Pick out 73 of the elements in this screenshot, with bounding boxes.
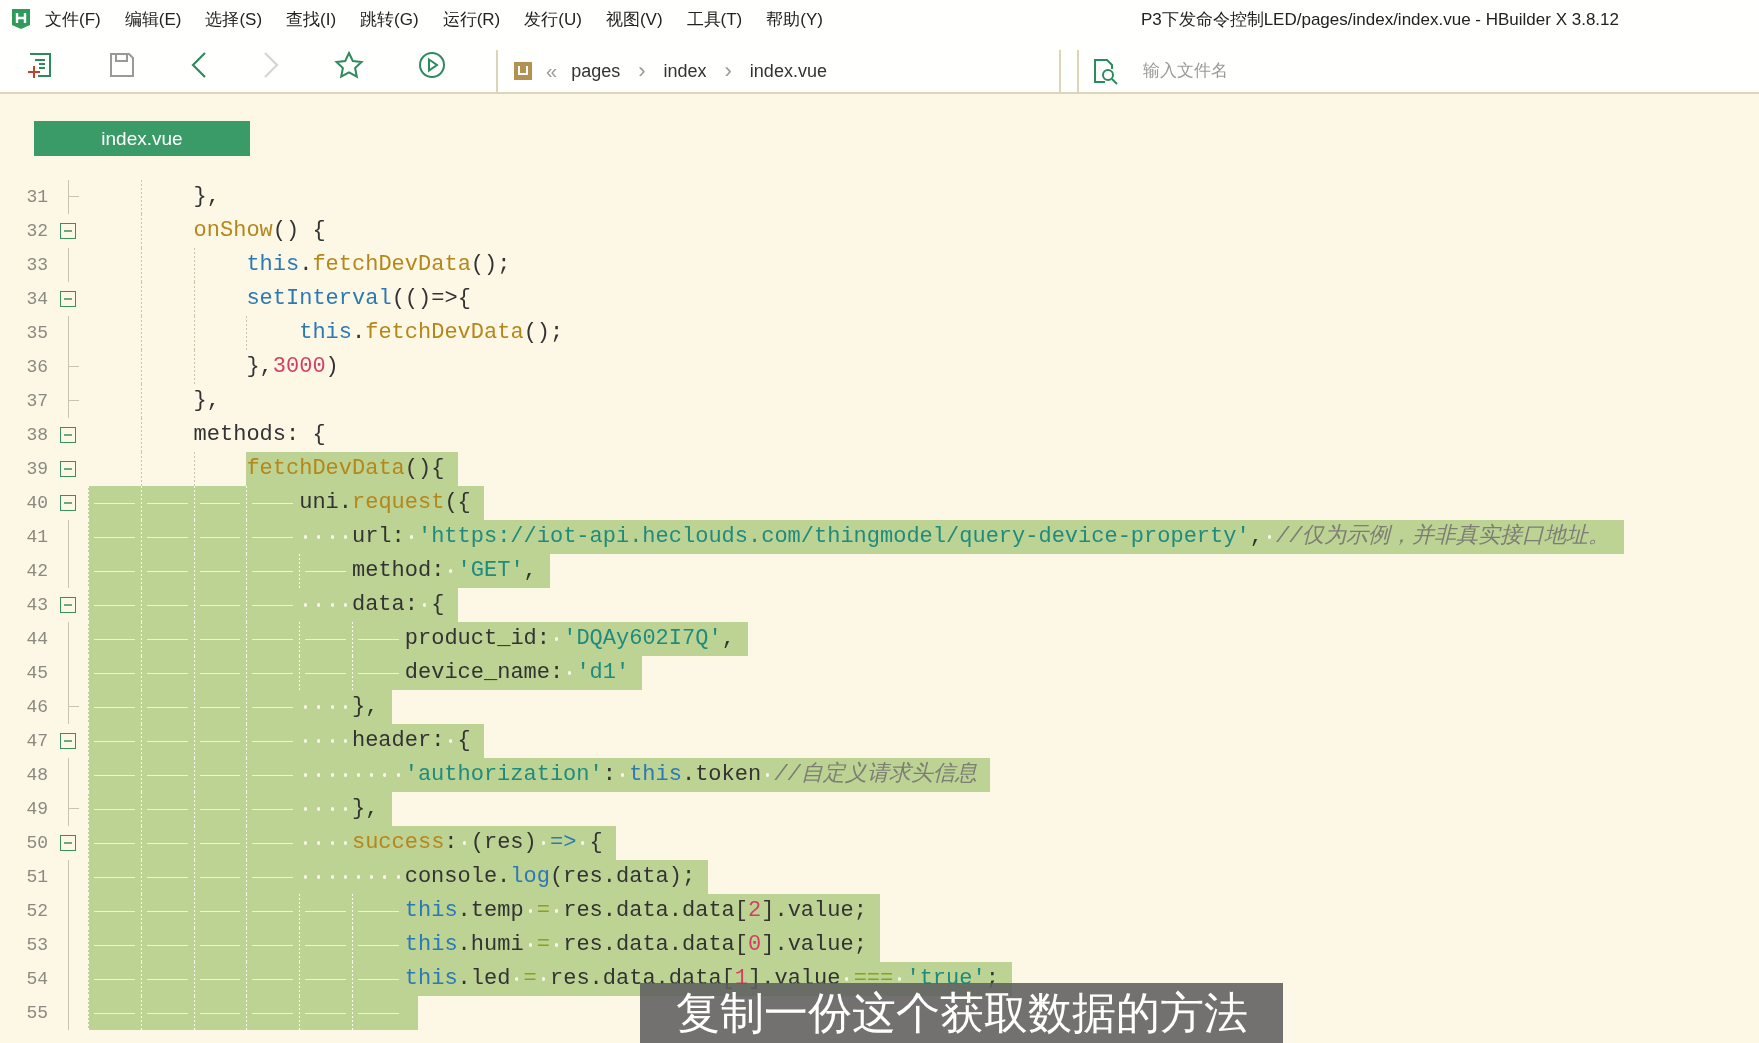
fold-icon[interactable] [60, 291, 76, 307]
menu-item[interactable]: 运行(R) [442, 7, 501, 31]
menu-item[interactable]: 帮助(Y) [766, 7, 823, 31]
line-number: 42 [25, 560, 48, 583]
menu-item[interactable]: 视图(V) [605, 7, 663, 31]
fold-end-guide [68, 350, 79, 384]
breadcrumb-separator: › [724, 58, 732, 84]
line-number: 34 [25, 288, 48, 311]
menu-item[interactable]: 跳转(G) [360, 7, 419, 31]
line-number: 36 [25, 356, 48, 379]
line-number: 38 [25, 424, 48, 447]
line-number: 32 [25, 220, 48, 243]
back-icon[interactable] [190, 51, 208, 79]
code-line: }, [88, 180, 220, 214]
line-number: 35 [25, 322, 48, 345]
line-number: 54 [25, 968, 48, 991]
fold-icon[interactable] [60, 733, 76, 749]
fold-icon[interactable] [60, 597, 76, 613]
window-title: P3下发命令控制LED/pages/index/index.vue - HBuilder X 3.8.12 [1140, 8, 1619, 31]
line-number: 46 [25, 696, 48, 719]
menu-item[interactable]: 编辑(E) [124, 7, 182, 31]
line-number: 33 [25, 254, 48, 277]
code-line: }, [88, 384, 220, 418]
code-line: methods: { [88, 418, 326, 452]
fold-end-guide [68, 792, 79, 826]
editor-tab[interactable]: index.vue [34, 121, 250, 156]
menu-item[interactable]: 工具(T) [686, 7, 743, 31]
line-number: 37 [25, 390, 48, 413]
fold-end-guide [68, 180, 79, 214]
breadcrumb-item[interactable]: index.vue [749, 60, 827, 82]
menu-item[interactable]: 选择(S) [205, 7, 263, 31]
breadcrumb-separator: › [638, 58, 646, 84]
line-number: 51 [25, 866, 48, 889]
star-icon[interactable] [334, 51, 364, 79]
code-line: },3000) [88, 350, 339, 384]
line-number: 40 [25, 492, 48, 515]
code-line: this.fetchDevData(); [88, 248, 511, 282]
breadcrumb-item[interactable]: index [663, 60, 707, 82]
fold-icon[interactable] [60, 495, 76, 511]
fold-icon[interactable] [60, 835, 76, 851]
menu-item[interactable]: 发行(U) [524, 7, 582, 31]
file-search-field[interactable]: 输入文件名 [1141, 60, 1445, 82]
subtitle-caption: 复制一份这个获取数据的方法 [640, 983, 1283, 1043]
line-number: 44 [25, 628, 48, 651]
line-number: 53 [25, 934, 48, 957]
menu-item[interactable]: 文件(F) [45, 7, 101, 31]
line-number: 31 [25, 186, 48, 209]
line-number: 55 [25, 1002, 48, 1025]
line-number: 48 [25, 764, 48, 787]
app-logo-icon [11, 8, 31, 30]
code-line: onShow() { [88, 214, 326, 248]
fold-icon[interactable] [60, 461, 76, 477]
fold-icon[interactable] [60, 427, 76, 443]
fold-end-guide [68, 690, 79, 724]
code-line: this.fetchDevData(); [88, 316, 564, 350]
line-number: 43 [25, 594, 48, 617]
menu-item[interactable]: 查找(I) [286, 7, 337, 31]
run-icon[interactable] [418, 51, 446, 79]
code-line: setInterval(()=>{ [88, 282, 471, 316]
file-type-icon [514, 62, 532, 80]
line-number: 50 [25, 832, 48, 855]
save-icon[interactable] [108, 51, 136, 79]
breadcrumb-item[interactable]: pages [571, 60, 621, 82]
new-file-icon[interactable] [26, 51, 54, 79]
line-number: 52 [25, 900, 48, 923]
line-number: 45 [25, 662, 48, 685]
line-number: 47 [25, 730, 48, 753]
fold-icon[interactable] [60, 223, 76, 239]
fold-end-guide [68, 384, 79, 418]
line-number: 49 [25, 798, 48, 821]
line-number: 41 [25, 526, 48, 549]
search-icon[interactable] [1091, 57, 1119, 85]
line-number: 39 [25, 458, 48, 481]
